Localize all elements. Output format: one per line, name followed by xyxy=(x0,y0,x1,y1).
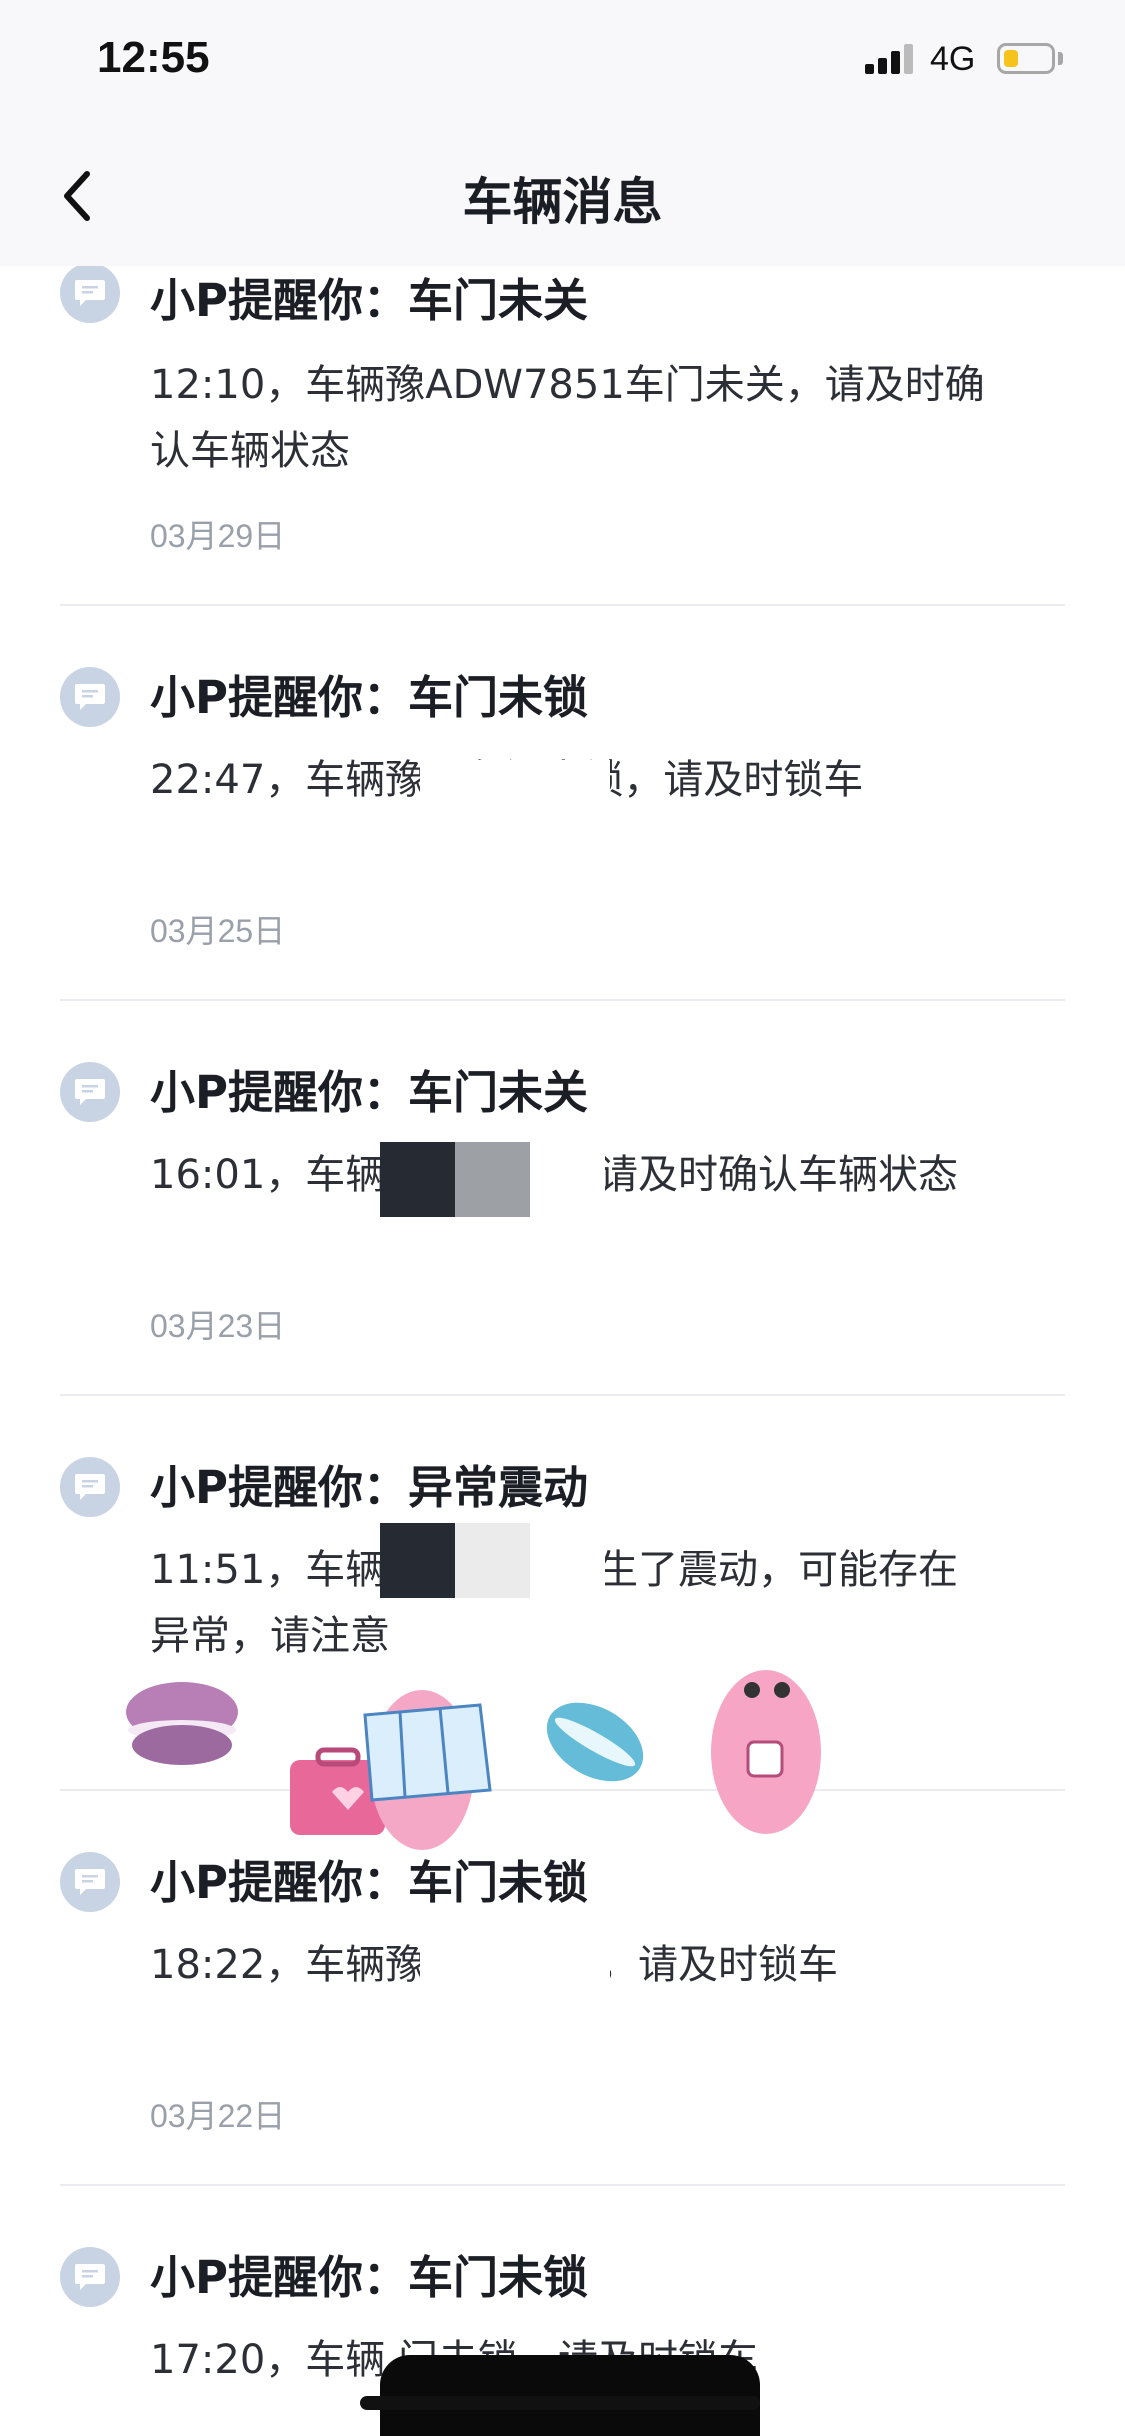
status-bar: 12:55 4G xyxy=(0,0,1125,126)
message-icon xyxy=(60,1457,120,1517)
signal-icon xyxy=(865,44,917,74)
message-title: 小P提醒你：异常震动 xyxy=(150,1461,588,1514)
message-title: 小P提醒你：车门未锁 xyxy=(150,671,588,724)
divider xyxy=(60,604,1065,606)
page-title: 车辆消息 xyxy=(462,173,663,231)
message-date: 03月25日 xyxy=(150,913,286,949)
redaction-block xyxy=(530,1523,605,1598)
divider xyxy=(60,2184,1065,2186)
battery-cap xyxy=(1058,52,1063,65)
message-date: 03月29日 xyxy=(150,518,286,554)
redaction-block xyxy=(380,1523,455,1598)
network-label: 4G xyxy=(930,40,976,78)
redaction-block xyxy=(420,1935,610,2007)
battery-icon xyxy=(997,43,1055,74)
home-indicator[interactable] xyxy=(360,2396,760,2410)
message-title: 小P提醒你：车门未关 xyxy=(150,1066,588,1119)
message-icon xyxy=(60,667,120,727)
redaction-block xyxy=(530,1142,605,1217)
divider xyxy=(60,999,1065,1001)
message-body: 12:10，车辆豫ADW7851车门未关，请及时确认车辆状态 xyxy=(150,362,985,474)
divider xyxy=(60,1789,1065,1791)
message-date: 03月23日 xyxy=(150,1308,286,1344)
message-title: 小P提醒你：车门未锁 xyxy=(150,1856,588,1909)
nav-bar: 车辆消息 xyxy=(0,126,1125,266)
message-icon xyxy=(60,1852,120,1912)
status-time: 12:55 xyxy=(97,33,210,82)
message-icon xyxy=(60,1062,120,1122)
redaction-block xyxy=(455,1142,530,1217)
message-title: 小P提醒你：车门未锁 xyxy=(150,2251,588,2304)
message-title: 小P提醒你：车门未关 xyxy=(150,274,588,327)
message-icon xyxy=(60,266,120,323)
redaction-block xyxy=(455,1523,530,1598)
redaction-block xyxy=(420,760,610,832)
redaction-block xyxy=(380,1142,455,1217)
divider xyxy=(60,1394,1065,1396)
message-date: 03月22日 xyxy=(150,2098,286,2134)
message-list[interactable]: 小P提醒你：车门未关 12:10，车辆豫ADW7851车门未关，请及时确认车辆状… xyxy=(0,266,1125,2436)
message-icon xyxy=(60,2247,120,2307)
